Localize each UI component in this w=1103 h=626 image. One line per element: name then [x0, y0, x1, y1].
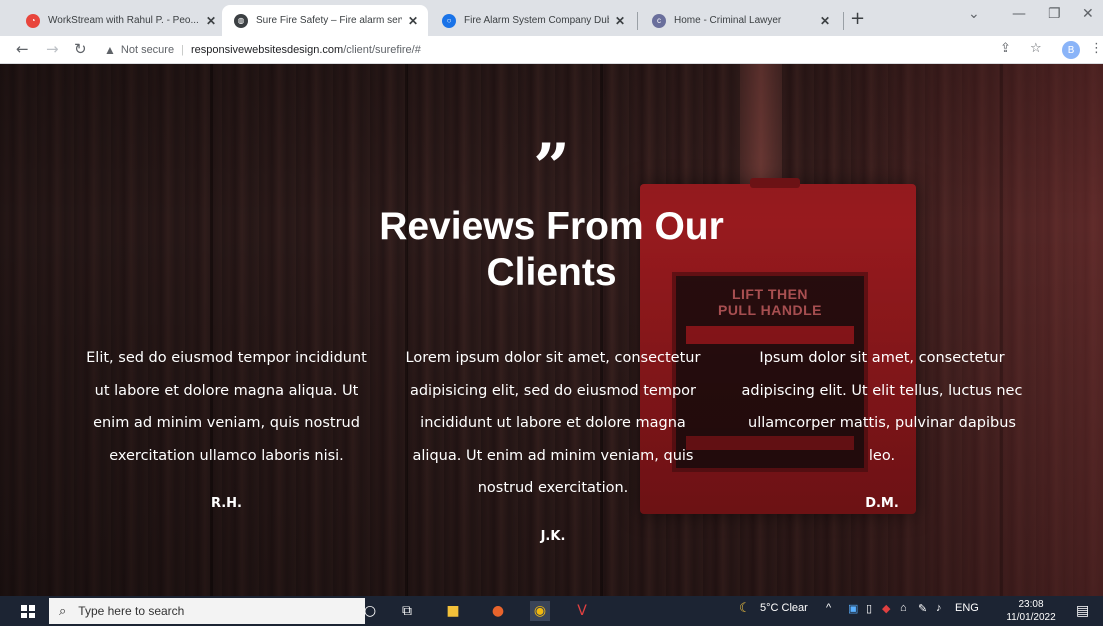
windows-taskbar: ⌕ Type here to search ○ ⧉ ■ ● ◉ V ☾ 5°C … — [0, 596, 1103, 626]
tray-app2-icon[interactable]: ◆ — [882, 602, 890, 615]
back-arrow-icon[interactable]: ← — [16, 40, 29, 58]
volume-icon[interactable]: ♪ — [936, 602, 942, 614]
clock-date: 11/01/2022 — [1006, 612, 1056, 623]
quote-mark-icon: ” — [533, 138, 570, 188]
reviews-section: LIFT THEN PULL HANDLE ” Reviews From Our… — [0, 64, 1103, 596]
reload-icon[interactable]: ↻ — [74, 40, 87, 58]
profile-avatar[interactable]: B — [1062, 41, 1080, 59]
close-window-icon[interactable]: ✕ — [1082, 6, 1094, 22]
review-text: Lorem ipsum dolor sit amet, consectetur … — [405, 350, 701, 496]
close-tab-icon[interactable]: ✕ — [206, 14, 216, 28]
minimize-window-icon[interactable]: — — [1012, 6, 1026, 22]
review-author: R.H. — [210, 496, 242, 511]
tab-fire-alarm-company[interactable]: ○ Fire Alarm System Company Dub... ✕ — [430, 5, 635, 36]
tab-divider — [843, 12, 844, 30]
tab-sure-fire-safety[interactable]: ◍ Sure Fire Safety – Fire alarm servi...… — [222, 5, 428, 36]
new-tab-button[interactable]: + — [850, 8, 865, 29]
close-tab-icon[interactable]: ✕ — [820, 14, 830, 28]
language-indicator[interactable]: ENG — [955, 602, 979, 614]
tab-criminal-lawyer[interactable]: c Home - Criminal Lawyer ✕ — [640, 5, 840, 36]
security-status-label[interactable]: Not secure — [121, 44, 174, 56]
task-view-icon[interactable]: ⧉ — [397, 601, 417, 621]
ring-favicon-icon: ○ — [442, 13, 456, 28]
review-card: Ipsum dolor sit amet, consectetur adipis… — [734, 342, 1030, 521]
app-icon[interactable]: V — [572, 601, 592, 621]
pen-icon[interactable]: ✎ — [918, 602, 927, 615]
tray-app-icon[interactable]: ▣ — [848, 602, 858, 615]
tab-title: Fire Alarm System Company Dub... — [464, 15, 609, 26]
tray-chevron-icon[interactable]: ^ — [826, 602, 831, 614]
notification-icon[interactable]: ▤ — [1076, 603, 1089, 619]
windows-start-icon[interactable] — [21, 605, 35, 618]
file-explorer-icon[interactable]: ■ — [443, 601, 463, 621]
tray-device-icon[interactable]: ▯ — [866, 602, 872, 615]
bookmark-star-icon[interactable]: ☆ — [1030, 41, 1042, 56]
address-toolbar: ← → ↻ ▲ Not secure | responsivewebsitesd… — [0, 36, 1103, 64]
cortana-circle-icon[interactable]: ○ — [360, 601, 380, 621]
tab-title: Sure Fire Safety – Fire alarm servi... — [256, 15, 402, 26]
chrome-icon[interactable]: ◉ — [530, 601, 550, 621]
search-icon: ⌕ — [59, 603, 67, 618]
cl-favicon-icon: c — [652, 13, 666, 28]
forward-arrow-icon[interactable]: → — [46, 40, 59, 58]
url-divider: | — [181, 44, 184, 56]
review-text: Ipsum dolor sit amet, consectetur adipis… — [741, 350, 1023, 464]
review-text: Elit, sed do eiusmod tempor incididunt u… — [86, 350, 367, 464]
url-bar[interactable]: ▲ Not secure | responsivewebsitesdesign.… — [104, 38, 984, 62]
tab-workstream[interactable]: ◔ WorkStream with Rahul P. - Peo... ✕ — [14, 5, 226, 36]
tab-title: Home - Criminal Lawyer — [674, 15, 782, 26]
firefox-icon[interactable]: ● — [488, 601, 508, 621]
review-author: J.K. — [540, 528, 566, 544]
section-heading: Reviews From Our Clients — [0, 204, 1103, 296]
heading-line-2: Clients — [486, 251, 617, 294]
close-tab-icon[interactable]: ✕ — [615, 14, 625, 28]
system-clock[interactable]: 23:08 11/01/2022 — [1006, 598, 1056, 624]
url-path: /client/surefire/# — [343, 44, 421, 56]
review-card: Elit, sed do eiusmod tempor incididunt u… — [84, 342, 369, 521]
search-placeholder: Type here to search — [78, 604, 185, 618]
workstream-favicon-icon: ◔ — [26, 13, 40, 28]
tab-divider — [637, 12, 638, 30]
heading-line-1: Reviews From Our — [379, 205, 724, 248]
review-author: D.M. — [865, 496, 899, 511]
weather-status[interactable]: 5°C Clear — [760, 602, 808, 614]
share-icon[interactable]: ⇪ — [1000, 41, 1011, 56]
network-icon[interactable]: ⌂ — [900, 602, 907, 614]
tab-search-chevron-icon[interactable]: ⌄ — [968, 6, 980, 22]
browser-tab-bar: ◔ WorkStream with Rahul P. - Peo... ✕ ◍ … — [0, 0, 1103, 36]
alarm-text-line2: PULL HANDLE — [717, 302, 823, 318]
close-tab-icon[interactable]: ✕ — [408, 14, 418, 28]
taskbar-search-box[interactable]: ⌕ Type here to search — [49, 598, 365, 624]
more-menu-icon[interactable]: ⋮ — [1090, 41, 1103, 56]
url-host: responsivewebsitesdesign.com — [190, 44, 344, 56]
tab-title: WorkStream with Rahul P. - Peo... — [48, 15, 199, 26]
globe-favicon-icon: ◍ — [234, 13, 248, 28]
warning-triangle-icon[interactable]: ▲ — [104, 43, 116, 57]
weather-moon-icon[interactable]: ☾ — [739, 600, 751, 616]
restore-window-icon[interactable]: ❐ — [1048, 6, 1061, 22]
review-card: Lorem ipsum dolor sit amet, consectetur … — [404, 342, 702, 553]
clock-time: 23:08 — [1018, 599, 1044, 610]
